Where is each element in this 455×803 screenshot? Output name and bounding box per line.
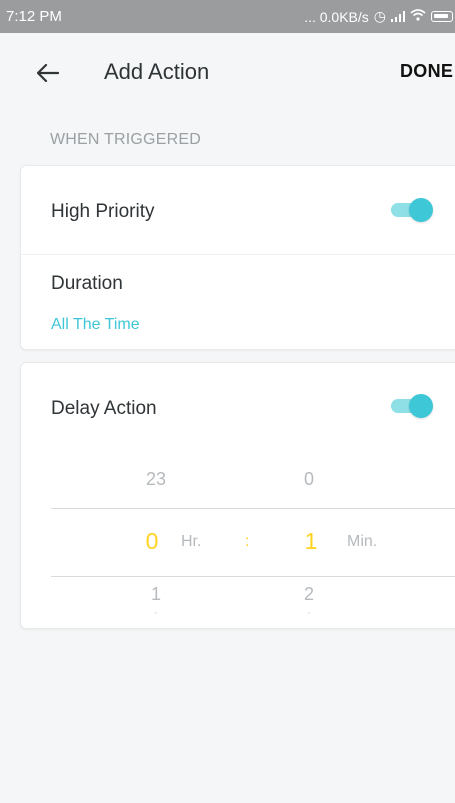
priority-card: High Priority Duration All The Time [20,165,455,350]
done-button[interactable]: DONE [400,61,453,82]
app-header: Add Action DONE [0,33,455,109]
wifi-icon [410,9,426,24]
network-speed: ... 0.0KB/s [304,8,369,25]
picker-fade-mark: - [154,608,158,619]
status-time: 7:12 PM [6,8,62,25]
high-priority-label: High Priority [51,201,155,222]
high-priority-toggle[interactable] [391,198,433,222]
signal-icon [391,9,405,25]
battery-icon [431,11,453,22]
picker-top-line [51,508,455,509]
arrow-left-icon [36,58,60,89]
divider [21,254,455,255]
back-button[interactable] [30,55,66,91]
hours-next-value[interactable]: 1 [126,584,186,605]
toggle-knob [409,394,433,418]
duration-label: Duration [51,273,123,294]
hours-unit-label: Hr. [181,533,202,550]
picker-bottom-line [51,576,455,577]
delay-action-label: Delay Action [51,398,157,419]
picker-fade-mark: - [307,608,311,619]
screen: 7:12 PM ... 0.0KB/s ◷ Add Action DONE WH… [0,0,455,803]
minutes-selected-value[interactable]: 1 [291,528,331,555]
status-icons: ... 0.0KB/s ◷ [304,0,455,33]
hours-prev-value[interactable]: 23 [126,469,186,490]
delay-card: Delay Action 23 0 0 Hr. : 1 Min. 1 2 - - [20,362,455,629]
page-title: Add Action [104,59,210,84]
toggle-knob [409,198,433,222]
alarm-icon: ◷ [373,8,386,24]
minutes-prev-value[interactable]: 0 [279,469,339,490]
hours-selected-value[interactable]: 0 [132,528,172,555]
duration-value-link[interactable]: All The Time [51,316,140,334]
minutes-next-value[interactable]: 2 [279,584,339,605]
time-separator: : [245,533,250,550]
minutes-unit-label: Min. [347,533,378,550]
status-bar: 7:12 PM ... 0.0KB/s ◷ [0,0,455,33]
section-label: WHEN TRIGGERED [50,131,201,148]
delay-action-toggle[interactable] [391,394,433,418]
